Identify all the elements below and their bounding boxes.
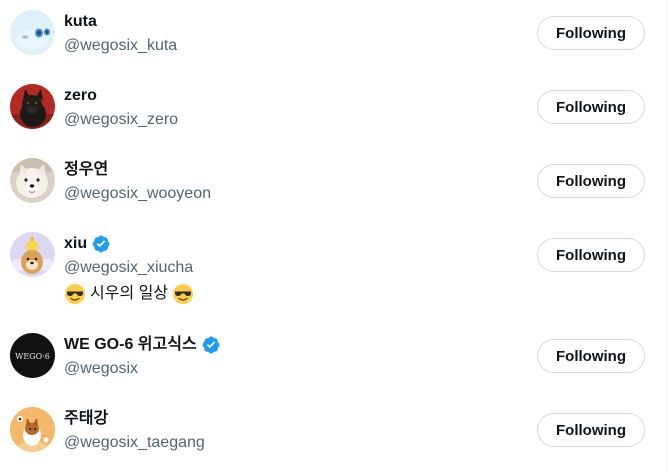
following-button[interactable]: Following (537, 16, 645, 50)
following-button[interactable]: Following (537, 164, 645, 198)
user-cell-kuta[interactable]: kuta @wegosix_kuta Following (0, 0, 667, 74)
following-button[interactable]: Following (537, 413, 645, 447)
verified-badge-icon (91, 234, 111, 254)
bio-text: 시우의 일상 (90, 285, 169, 302)
following-button[interactable]: Following (537, 90, 645, 124)
user-handle[interactable]: @wegosix (64, 359, 138, 379)
following-button[interactable]: Following (537, 238, 645, 272)
avatar[interactable] (10, 10, 55, 55)
name-line: WE GO-6 위고식스 (64, 335, 221, 355)
user-handle[interactable]: @wegosix_wooyeon (64, 184, 211, 204)
user-handle[interactable]: @wegosix_zero (64, 110, 178, 130)
display-name[interactable]: 정우연 (64, 160, 108, 180)
display-name[interactable]: zero (64, 86, 97, 106)
verified-badge-icon (201, 335, 221, 355)
following-button[interactable]: Following (537, 339, 645, 373)
display-name[interactable]: xiu (64, 234, 87, 254)
display-name[interactable]: 주태강 (64, 409, 108, 429)
name-line: xiu (64, 234, 111, 254)
avatar[interactable] (10, 407, 55, 452)
user-cell-taegang[interactable]: 주태강 @wegosix_taegang Following (0, 397, 667, 471)
user-handle[interactable]: @wegosix_xiucha (64, 258, 193, 278)
user-cell-wegosix[interactable]: WEGO·6 WE GO-6 위고식스 @wegosix Following (0, 323, 667, 397)
user-cell-zero[interactable]: zero @wegosix_zero Following (0, 74, 667, 148)
display-name[interactable]: WE GO-6 위고식스 (64, 335, 197, 355)
name-line: kuta (64, 12, 97, 32)
name-line: 주태강 (64, 409, 108, 429)
sunglasses-emoji-icon (64, 283, 86, 305)
avatar[interactable] (10, 158, 55, 203)
avatar[interactable] (10, 232, 55, 277)
name-line: 정우연 (64, 160, 108, 180)
avatar[interactable]: WEGO·6 (10, 333, 55, 378)
user-handle[interactable]: @wegosix_kuta (64, 36, 177, 56)
user-handle[interactable]: @wegosix_taegang (64, 433, 205, 453)
avatar[interactable] (10, 84, 55, 129)
name-line: zero (64, 86, 97, 106)
user-cell-wooyeon[interactable]: 정우연 @wegosix_wooyeon Following (0, 148, 667, 222)
sunglasses-emoji-icon (172, 283, 194, 305)
user-bio: 시우의 일상 (64, 283, 194, 305)
svg-text:WEGO·6: WEGO·6 (15, 352, 50, 361)
user-cell-xiu[interactable]: xiu @wegosix_xiucha 시우의 일상 Following (0, 222, 667, 323)
display-name[interactable]: kuta (64, 12, 97, 32)
